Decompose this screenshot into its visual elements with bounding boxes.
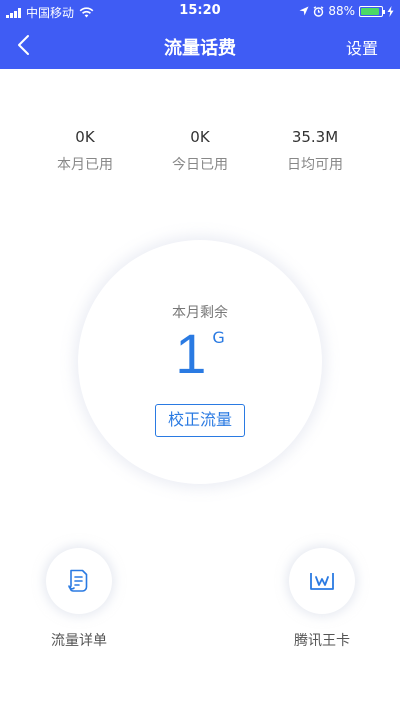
remaining-label: 本月剩余 [172,305,228,321]
chevron-left-icon [18,35,29,55]
shortcut-circle [289,548,355,614]
nav-bar: 流量话费 设置 [0,22,400,69]
shortcut-tencent-king-card[interactable]: 腾讯王卡 [272,548,372,650]
stat-label: 今日已用 [172,157,228,173]
header: 中国移动 15:20 88% 流量话费 设置 [0,0,400,69]
calibrate-data-button[interactable]: 校正流量 [155,404,245,437]
stat-today-used: 0K 今日已用 [145,128,255,174]
charging-icon [387,5,394,17]
status-right: 88% [299,4,394,18]
stat-value: 0K [75,128,95,146]
battery-percent: 88% [328,4,355,18]
shortcut-label: 腾讯王卡 [294,633,350,649]
page-title: 流量话费 [164,38,236,59]
shortcut-data-details[interactable]: 流量详单 [29,548,129,650]
remaining-data-ring: 本月剩余 1G 校正流量 [78,240,322,484]
stat-label: 本月已用 [57,157,113,173]
battery-level [361,7,379,15]
shortcut-circle [46,548,112,614]
stat-value: 35.3M [291,128,339,146]
remaining-unit: G [212,328,225,347]
stat-daily-available: 35.3M 日均可用 [260,128,370,174]
alarm-icon [313,5,324,17]
remaining-value: 1G [78,324,322,384]
battery-icon [359,5,385,17]
location-icon [299,6,309,16]
stat-month-used: 0K 本月已用 [30,128,140,174]
shortcut-label: 流量详单 [51,633,107,649]
stat-label: 日均可用 [287,157,343,173]
settings-button[interactable]: 设置 [346,35,378,59]
status-bar: 中国移动 15:20 88% [0,0,400,22]
tencent-king-card-icon [310,573,334,590]
back-button[interactable] [8,30,38,60]
stat-value: 0K [190,128,210,146]
bill-list-icon [68,569,88,592]
remaining-amount: 1 [175,322,207,385]
